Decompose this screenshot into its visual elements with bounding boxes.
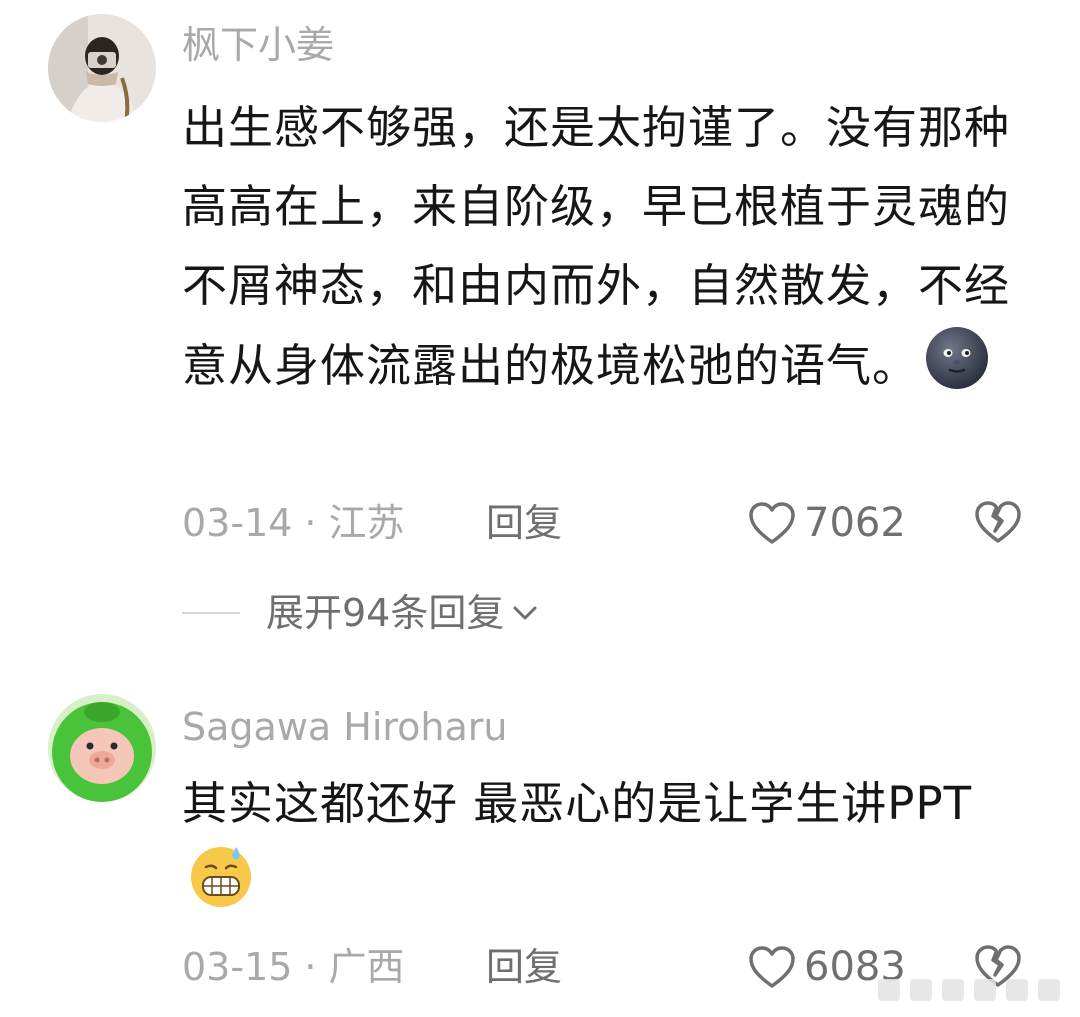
username[interactable]: Sagawa Hiroharu: [182, 704, 508, 750]
new-moon-face-icon: [924, 325, 990, 415]
comment-text-content: 其实这都还好 最恶心的是让学生讲PPT: [182, 777, 973, 830]
dislike-button[interactable]: [974, 500, 1022, 548]
username[interactable]: 枫下小姜: [182, 22, 334, 68]
heart-icon: [749, 502, 795, 544]
comment-date: 03-14: [182, 501, 293, 545]
meta-separator: ·: [304, 501, 317, 545]
watermark-mark: [974, 979, 996, 1001]
comment-meta: 03-14 · 江苏: [182, 500, 405, 546]
comment-text: 其实这都还好 最恶心的是让学生讲PPT: [182, 764, 1022, 933]
comment-item: 枫下小姜 出生感不够强，还是太拘谨了。没有那种高高在上，来自阶级，早已根植于灵魂…: [0, 0, 1080, 635]
comment-text-content: 出生感不够强，还是太拘谨了。没有那种高高在上，来自阶级，早已根植于灵魂的不屑神态…: [182, 101, 1011, 392]
watermark-mark: [1038, 979, 1060, 1001]
divider-line: [182, 612, 240, 614]
comment-text: 出生感不够强，还是太拘谨了。没有那种高高在上，来自阶级，早已根植于灵魂的不屑神态…: [182, 88, 1022, 415]
watermark-mark: [878, 979, 900, 1001]
expand-replies-button[interactable]: 展开94条回复: [182, 590, 540, 636]
grimacing-sweat-face-icon: [188, 843, 254, 933]
broken-heart-icon: [975, 501, 1021, 543]
like-count: 7062: [804, 500, 906, 546]
comment-date: 03-15: [182, 945, 293, 989]
avatar[interactable]: [48, 694, 156, 802]
watermark: [878, 979, 1060, 1001]
meta-separator: ·: [304, 945, 317, 989]
watermark-mark: [910, 979, 932, 1001]
like-button[interactable]: 7062: [748, 500, 906, 546]
watermark-mark: [1006, 979, 1028, 1001]
avatar[interactable]: [48, 14, 156, 122]
comment-location: 江苏: [328, 501, 405, 545]
heart-icon: [749, 946, 795, 988]
chevron-down-icon: [513, 606, 537, 620]
comment-meta: 03-15 · 广西: [182, 944, 405, 990]
comment-location: 广西: [328, 945, 405, 989]
reply-button[interactable]: 回复: [486, 500, 562, 546]
watermark-mark: [942, 979, 964, 1001]
expand-replies-label: 展开94条回复: [266, 591, 505, 635]
reply-button[interactable]: 回复: [486, 944, 562, 990]
comment-item: Sagawa Hiroharu 其实这都还好 最恶心的是让学生讲PPT 03-1…: [0, 690, 1080, 1017]
